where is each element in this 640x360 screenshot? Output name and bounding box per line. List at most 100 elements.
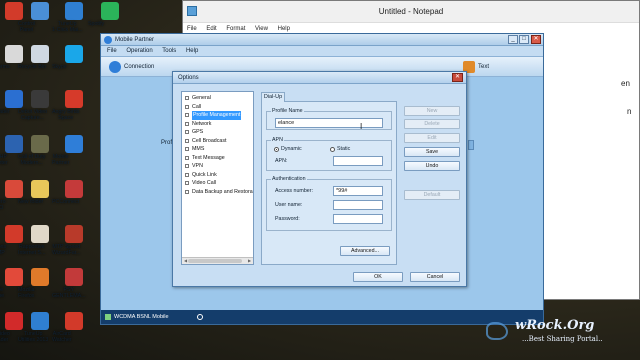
desktop-icon-label: Mozilla Firefox <box>18 287 35 299</box>
status-icon <box>197 314 203 320</box>
dial-up-panel: Profile Name elance I APN Dynamic Static… <box>261 101 397 265</box>
options-title: Options <box>178 75 199 81</box>
desktop-icon[interactable]: Spotify <box>88 2 132 27</box>
notepad-menu-help[interactable]: Help <box>278 26 290 32</box>
tree-item-label: Call <box>192 103 202 110</box>
ok-button[interactable]: OK <box>353 272 403 282</box>
menu-help[interactable]: Help <box>186 48 198 54</box>
desktop-app-icon <box>31 45 49 63</box>
mobile-partner-title: Mobile Partner <box>115 37 155 43</box>
undo-button[interactable]: Undo <box>404 161 460 171</box>
desktop-app-icon <box>101 2 119 20</box>
tree-item[interactable]: General <box>182 94 253 103</box>
tree-node-icon <box>185 130 189 135</box>
desktop-icon[interactable]: MTP Speed WizardFar... <box>52 225 96 256</box>
profile-name-input[interactable]: elance <box>275 118 383 128</box>
apn-dynamic-radio[interactable] <box>274 147 279 152</box>
menu-operation[interactable]: Operation <box>126 48 152 54</box>
notepad-text-fragment: n <box>627 107 632 116</box>
tree-item[interactable]: Cell Broadcast <box>182 137 253 146</box>
tree-item[interactable]: Video Call <box>182 179 253 188</box>
notepad-menu-view[interactable]: View <box>255 26 268 32</box>
desktop-icon-label: agero ISO <box>0 199 6 211</box>
notepad-menu-edit[interactable]: Edit <box>206 26 216 32</box>
apn-static-radio[interactable] <box>330 147 335 152</box>
desktop-icon[interactable]: Angry Birds Space <box>52 90 96 121</box>
cancel-button[interactable]: Cancel <box>410 272 460 282</box>
desktop-icon[interactable]: AirCard Watcher <box>52 312 96 343</box>
mobile-partner-titlebar[interactable]: Mobile Partner _ □ ✕ <box>101 34 543 46</box>
desktop-icon[interactable]: Skype <box>52 45 96 70</box>
connection-icon <box>109 61 121 73</box>
tree-item[interactable]: GPS <box>182 128 253 137</box>
toolbar-connection[interactable]: Connection <box>109 61 154 73</box>
edit-button[interactable]: Edit <box>404 133 460 143</box>
menu-tools[interactable]: Tools <box>162 48 176 54</box>
username-input[interactable] <box>333 200 383 210</box>
notepad-menu-format[interactable]: Format <box>226 26 245 32</box>
tree-item[interactable]: Call <box>182 103 253 112</box>
scroll-right-arrow-icon[interactable]: ▶ <box>247 259 252 263</box>
apn-dynamic-label: Dynamic <box>281 146 302 152</box>
desktop-app-icon <box>65 135 83 153</box>
apn-group-title: APN <box>271 137 284 143</box>
tree-items: General Call Profile Management Network GPS C… <box>182 92 253 196</box>
tree-node-icon <box>185 147 189 152</box>
desktop-app-icon <box>31 268 49 286</box>
options-tree[interactable]: General Call Profile Management Network GPS C… <box>181 91 254 265</box>
desktop-icon-label: ptions AMP <box>0 244 7 256</box>
maximize-button[interactable]: □ <box>519 35 529 44</box>
toolbar-connection-label: Connection <box>124 64 155 70</box>
notepad-menu-file[interactable]: File <box>187 26 197 32</box>
side-tab <box>468 140 474 150</box>
password-input[interactable] <box>333 214 383 224</box>
tab-dial-up[interactable]: Dial-Up <box>261 92 285 102</box>
tree-item-label: GPS <box>192 129 204 135</box>
apn-input[interactable] <box>333 156 383 166</box>
tree-item[interactable]: Text Message <box>182 154 253 163</box>
toolbar-text-label: Text <box>478 64 490 70</box>
watermark-tagline: ...Best Sharing Portal.. <box>522 335 603 343</box>
tree-item[interactable]: Data Backup and Restora <box>182 188 253 197</box>
tree-item-label: General <box>192 95 211 101</box>
tree-horizontal-scrollbar[interactable]: ◀ ▶ <box>182 257 253 264</box>
notepad-title: Untitled - Notepad <box>378 7 444 16</box>
menu-file[interactable]: File <box>107 48 117 54</box>
network-status: WCDMA BSNL Mobile <box>114 314 169 320</box>
tree-item[interactable]: MMS <box>182 145 253 154</box>
minimize-button[interactable]: _ <box>508 35 518 44</box>
desktop-icon[interactable]: PSY GENTLEMA... <box>52 268 96 299</box>
tree-item[interactable]: VPN <box>182 162 253 171</box>
close-button[interactable]: ✕ <box>531 35 541 44</box>
desktop-icon-label: Control Panel <box>18 21 36 33</box>
new-button[interactable]: New <box>404 106 460 116</box>
desktop-icon-label: n Video loader <box>0 331 10 343</box>
desktop-app-icon <box>65 45 83 63</box>
options-dialog[interactable]: Options ✕ General Call Profile Management N… <box>172 71 467 287</box>
desktop-icon-label: ogle rome <box>0 287 5 299</box>
options-close-button[interactable]: ✕ <box>452 73 463 82</box>
authentication-group: Authentication Access number: *99# User … <box>266 176 392 231</box>
tree-item[interactable]: Network <box>182 120 253 129</box>
desktop-icon-label: New folder <box>18 199 44 205</box>
desktop-icon-label: Spotify <box>88 21 105 27</box>
tree-item-label: Cell Broadcast <box>192 137 227 144</box>
default-button[interactable]: Default <box>404 190 460 200</box>
scrollbar-thumb[interactable] <box>188 259 242 263</box>
notepad-titlebar[interactable]: Untitled - Notepad <box>183 1 639 23</box>
delete-button[interactable]: Delete <box>404 119 460 129</box>
tree-item-label: Profile Management <box>192 111 242 120</box>
desktop-app-icon <box>65 225 83 243</box>
tree-item[interactable]: Profile Management <box>182 111 253 120</box>
save-button[interactable]: Save <box>404 147 460 157</box>
access-number-input[interactable]: *99# <box>333 186 383 196</box>
desktop-icon[interactable]: Mobile Partner <box>52 135 96 166</box>
tree-node-icon <box>185 121 189 126</box>
advanced-button[interactable]: Advanced... <box>340 246 390 256</box>
apn-group: APN Dynamic Static APN: <box>266 137 392 171</box>
desktop-icon[interactable]: PCConnect <box>52 180 96 205</box>
tree-item-label: Video Call <box>192 180 217 186</box>
options-titlebar[interactable]: Options ✕ <box>173 72 466 84</box>
desktop-icon-label: PCConnect <box>52 199 80 205</box>
tree-item[interactable]: Quick Link <box>182 171 253 180</box>
